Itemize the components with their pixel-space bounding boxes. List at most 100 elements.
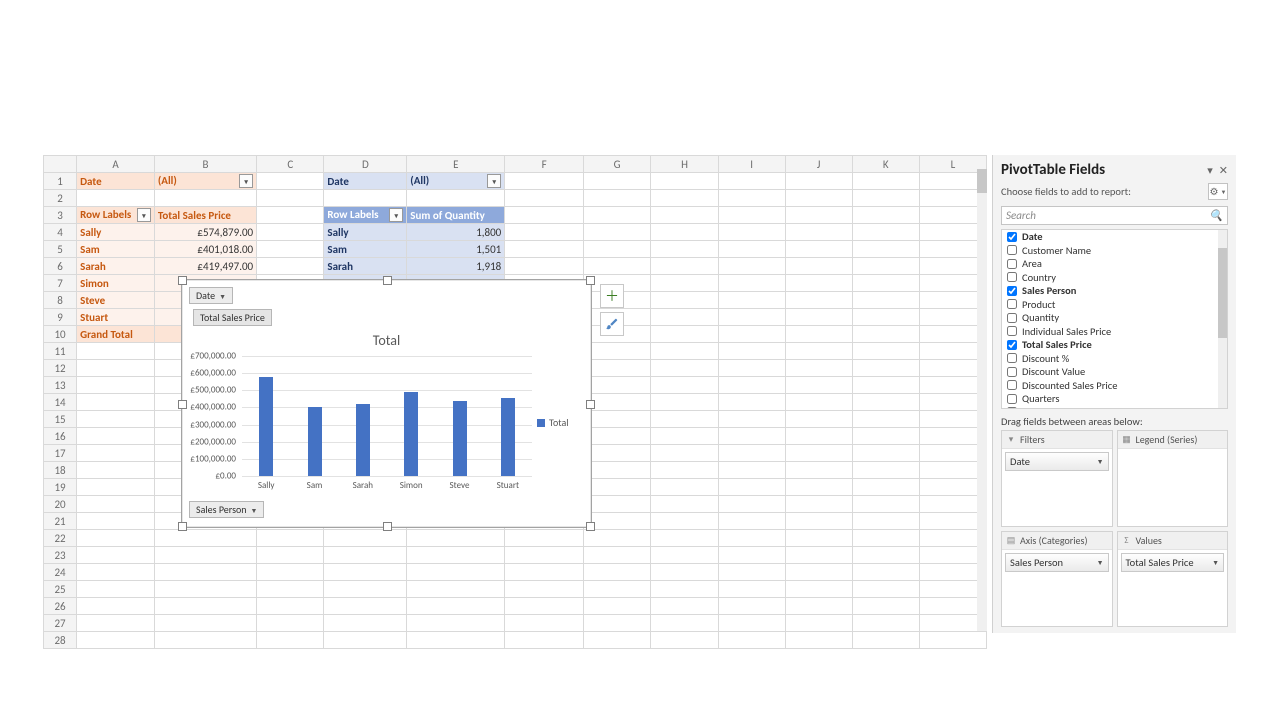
chart-title[interactable]: Total <box>182 332 591 349</box>
field-item[interactable]: Quantity <box>1002 311 1227 325</box>
area-field-item[interactable]: Total Sales Price▼ <box>1121 553 1225 572</box>
field-checkbox[interactable] <box>1007 259 1017 269</box>
col-header[interactable]: D <box>324 156 407 173</box>
field-checkbox[interactable] <box>1007 380 1017 390</box>
area-values[interactable]: ΣValues Total Sales Price▼ <box>1117 531 1229 628</box>
field-item[interactable]: Product <box>1002 298 1227 312</box>
scrollbar-thumb[interactable] <box>977 169 987 193</box>
pivot1-grand-total-label[interactable]: Grand Total <box>77 326 155 343</box>
field-item[interactable]: Discount Value <box>1002 365 1227 379</box>
row-header[interactable]: 28 <box>44 632 77 649</box>
grid-vertical-scrollbar[interactable] <box>977 169 987 631</box>
field-item[interactable]: Years <box>1002 406 1227 410</box>
field-checkbox[interactable] <box>1007 394 1017 404</box>
row-header[interactable]: 26 <box>44 598 77 615</box>
row-header[interactable]: 27 <box>44 615 77 632</box>
row-header[interactable]: 11 <box>44 343 77 360</box>
pivot2-filter-value[interactable]: (All)▾ <box>407 173 505 190</box>
chart-legend[interactable]: Total <box>537 416 569 429</box>
field-checkbox[interactable] <box>1007 326 1017 336</box>
dropdown-icon[interactable]: ▾ <box>389 208 403 222</box>
area-filters[interactable]: ▾Filters Date▼ <box>1001 430 1113 527</box>
field-item[interactable]: Individual Sales Price <box>1002 325 1227 339</box>
field-item[interactable]: Discount % <box>1002 352 1227 366</box>
chevron-down-icon[interactable]: ▼ <box>1097 457 1104 466</box>
table-row[interactable]: Stuart <box>77 309 155 326</box>
row-header[interactable]: 10 <box>44 326 77 343</box>
row-header[interactable]: 16 <box>44 428 77 445</box>
row-header[interactable]: 21 <box>44 513 77 530</box>
field-item[interactable]: Country <box>1002 271 1227 285</box>
pivot1-value-hdr[interactable]: Total Sales Price <box>154 207 256 224</box>
dropdown-icon[interactable]: ▾ <box>239 174 253 188</box>
resize-handle[interactable] <box>178 522 187 531</box>
field-item[interactable]: Area <box>1002 257 1227 271</box>
row-header[interactable]: 1 <box>44 173 77 190</box>
select-all-corner[interactable] <box>44 156 77 173</box>
fields-list[interactable]: DateCustomer NameAreaCountrySales Person… <box>1001 229 1228 409</box>
col-header[interactable]: B <box>154 156 256 173</box>
resize-handle[interactable] <box>586 522 595 531</box>
dropdown-icon[interactable]: ▾ <box>487 174 501 188</box>
chart-bar[interactable] <box>308 407 322 476</box>
row-header[interactable]: 23 <box>44 547 77 564</box>
row-header[interactable]: 17 <box>44 445 77 462</box>
chart-bar[interactable] <box>404 392 418 476</box>
area-axis[interactable]: ▤Axis (Categories) Sales Person▼ <box>1001 531 1113 628</box>
row-header[interactable]: 22 <box>44 530 77 547</box>
chart-bar[interactable] <box>501 398 515 476</box>
field-item[interactable]: Customer Name <box>1002 244 1227 258</box>
resize-handle[interactable] <box>586 400 595 409</box>
pane-tools-button[interactable]: ⚙▼ <box>1208 183 1228 200</box>
row-header[interactable]: 20 <box>44 496 77 513</box>
pivot-chart[interactable]: ＋ Date▼ Total Sales Price Sales Person▼ … <box>181 279 592 528</box>
col-header[interactable]: I <box>718 156 785 173</box>
row-header[interactable]: 3 <box>44 207 77 224</box>
pivot2-filter-label[interactable]: Date <box>324 173 407 190</box>
col-header[interactable]: E <box>407 156 505 173</box>
area-legend[interactable]: ▦Legend (Series) <box>1117 430 1229 527</box>
row-header[interactable]: 6 <box>44 258 77 275</box>
row-header[interactable]: 5 <box>44 241 77 258</box>
field-checkbox[interactable] <box>1007 407 1017 409</box>
dropdown-icon[interactable]: ▾ <box>137 208 151 222</box>
chart-values-chip[interactable]: Total Sales Price <box>193 309 272 326</box>
row-header[interactable]: 7 <box>44 275 77 292</box>
field-item[interactable]: Sales Person <box>1002 284 1227 298</box>
field-item[interactable]: Date <box>1002 230 1227 244</box>
chart-filter-chip[interactable]: Date▼ <box>189 287 233 304</box>
pivot2-rowlabels-hdr[interactable]: Row Labels▾ <box>324 207 407 224</box>
area-field-item[interactable]: Sales Person▼ <box>1005 553 1109 572</box>
fields-search-input[interactable]: Search 🔍 <box>1001 206 1228 225</box>
row-header[interactable]: 25 <box>44 581 77 598</box>
pivot1-rowlabels-hdr[interactable]: Row Labels▾ <box>77 207 155 224</box>
row-header[interactable]: 15 <box>44 411 77 428</box>
chart-styles-button[interactable] <box>600 312 624 336</box>
col-header[interactable]: G <box>583 156 650 173</box>
field-item[interactable]: Total Sales Price <box>1002 338 1227 352</box>
table-row[interactable]: Sam <box>324 241 407 258</box>
table-cell[interactable]: £419,497.00 <box>154 258 256 275</box>
row-header[interactable]: 4 <box>44 224 77 241</box>
chart-bar[interactable] <box>356 404 370 476</box>
row-header[interactable]: 14 <box>44 394 77 411</box>
col-header[interactable]: J <box>785 156 852 173</box>
pane-dropdown-icon[interactable]: ▾ <box>1207 164 1213 177</box>
table-row[interactable]: Sarah <box>324 258 407 275</box>
table-row[interactable]: Sam <box>77 241 155 258</box>
table-cell[interactable]: 1,918 <box>407 258 505 275</box>
row-header[interactable]: 8 <box>44 292 77 309</box>
table-cell[interactable]: £574,879.00 <box>154 224 256 241</box>
pivot1-filter-value[interactable]: (All)▾ <box>154 173 256 190</box>
row-header[interactable]: 2 <box>44 190 77 207</box>
chart-axis-chip[interactable]: Sales Person▼ <box>189 501 264 518</box>
row-header[interactable]: 24 <box>44 564 77 581</box>
chart-plot-area[interactable] <box>242 356 532 476</box>
field-checkbox[interactable] <box>1007 313 1017 323</box>
field-checkbox[interactable] <box>1007 272 1017 282</box>
col-header[interactable]: C <box>257 156 324 173</box>
field-checkbox[interactable] <box>1007 340 1017 350</box>
field-checkbox[interactable] <box>1007 245 1017 255</box>
table-cell[interactable]: 1,800 <box>407 224 505 241</box>
col-header[interactable]: H <box>651 156 718 173</box>
